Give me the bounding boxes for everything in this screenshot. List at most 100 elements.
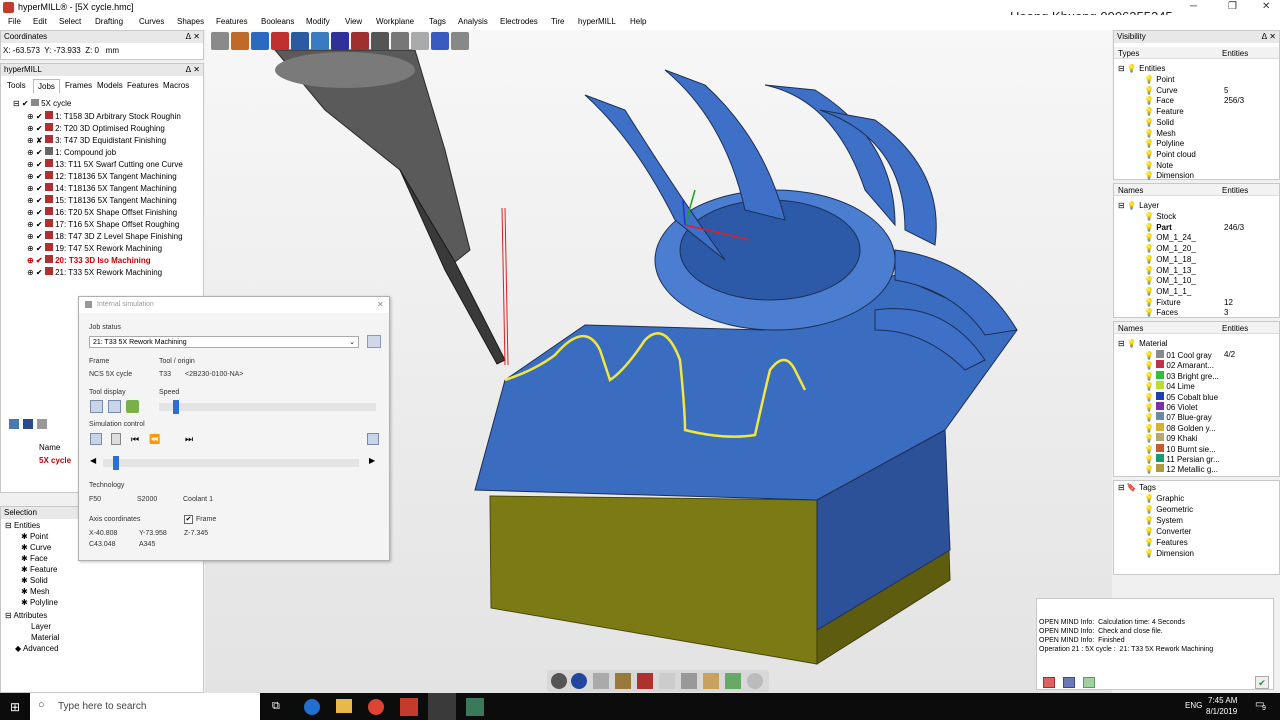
redo-icon[interactable]: [391, 32, 409, 50]
job-item[interactable]: ⊕ ✔ 18: T47 3D Z Level Shape Finishing: [27, 231, 183, 241]
material-row[interactable]: 💡 03 Bright gre...: [1144, 370, 1219, 381]
holder-display-icon[interactable]: [108, 400, 121, 413]
rewind-icon[interactable]: ⏪: [149, 434, 160, 445]
layer-row[interactable]: 💡 OM_1_20_: [1144, 244, 1196, 253]
language-indicator[interactable]: ENG: [1185, 701, 1202, 710]
chrome-icon[interactable]: [368, 699, 384, 715]
tag-item[interactable]: 💡 Geometric: [1144, 505, 1193, 514]
menu-view[interactable]: View: [345, 17, 362, 26]
foxit-icon[interactable]: [400, 698, 418, 716]
maximize-button[interactable]: ❐: [1228, 1, 1237, 12]
repeat-icon[interactable]: [411, 32, 429, 50]
job-item-selected[interactable]: ⊕ ✔ 20: T33 3D Iso Machining: [27, 255, 151, 265]
tag-item[interactable]: 💡 Features: [1144, 538, 1188, 547]
visibility-row[interactable]: 💡 Solid: [1144, 118, 1174, 127]
selection-item[interactable]: ✱ Mesh: [21, 587, 50, 596]
undo-icon[interactable]: [371, 32, 389, 50]
speed-slider-thumb[interactable]: [173, 400, 179, 414]
menu-file[interactable]: File: [8, 17, 21, 26]
edit-icon[interactable]: [615, 673, 631, 689]
selection-item[interactable]: ✱ Polyline: [21, 598, 58, 607]
tab-features[interactable]: Features: [127, 81, 159, 90]
add-job-icon[interactable]: [9, 419, 19, 429]
job-item[interactable]: ⊕ ✔ 12: T18136 5X Tangent Machining: [27, 171, 177, 181]
visibility-row[interactable]: 💡 Dimension: [1144, 171, 1194, 180]
job-item[interactable]: ⊕ ✔ 13: T11 5X Swarf Cutting one Curve: [27, 159, 183, 169]
menu-drafting[interactable]: Drafting: [95, 17, 123, 26]
material-row[interactable]: 💡 10 Burnt sie...: [1144, 443, 1216, 454]
menu-curves[interactable]: Curves: [139, 17, 164, 26]
job-select-icon[interactable]: [367, 335, 381, 348]
material-row[interactable]: 💡 02 Amarant...: [1144, 360, 1214, 370]
rotate-view-icon[interactable]: [571, 673, 587, 689]
menu-features[interactable]: Features: [216, 17, 248, 26]
app-taskbar-icon[interactable]: [466, 698, 484, 716]
menu-booleans[interactable]: Booleans: [261, 17, 294, 26]
print-icon[interactable]: [271, 32, 289, 50]
coordinates-readout[interactable]: X: -63.573 Y: -73.933 Z: 0 mm: [3, 46, 119, 55]
file-explorer-icon[interactable]: [336, 699, 352, 713]
visibility-row[interactable]: 💡 Polyline: [1144, 139, 1184, 148]
job-item[interactable]: ⊕ ✔ 19: T47 5X Rework Machining: [27, 243, 162, 253]
delete-job-icon[interactable]: [23, 419, 33, 429]
edge-icon[interactable]: [304, 699, 320, 715]
visibility-row[interactable]: 💡 Face 256/3: [1144, 96, 1244, 105]
material-row[interactable]: 💡 06 Violet: [1144, 402, 1197, 412]
tab-models[interactable]: Models: [97, 81, 123, 90]
taskbar-search[interactable]: ○ Type here to search: [30, 693, 260, 720]
selection-attr-material[interactable]: Material: [31, 633, 59, 642]
selection-item[interactable]: ✱ Curve: [21, 543, 51, 552]
selection-advanced[interactable]: ◆ Advanced: [15, 644, 59, 653]
section-icon[interactable]: [747, 673, 763, 689]
job-root[interactable]: ⊟ ✔ 5X cycle: [13, 99, 71, 108]
tab-frames[interactable]: Frames: [65, 81, 92, 90]
name-value[interactable]: 5X cycle: [39, 456, 71, 465]
job-item[interactable]: ⊕ ✔ 2: T20 3D Optimised Roughing: [27, 123, 165, 133]
selection-item[interactable]: ✱ Point: [21, 532, 48, 541]
settings-icon[interactable]: [37, 419, 47, 429]
job-item[interactable]: ⊕ ✔ 14: T18136 5X Tangent Machining: [27, 183, 177, 193]
play-icon[interactable]: [367, 433, 379, 445]
clock-time[interactable]: 7:45 AM: [1208, 696, 1237, 705]
step-forward-icon[interactable]: ▶: [369, 456, 375, 465]
visibility-row[interactable]: 💡 Mesh: [1144, 129, 1176, 138]
job-item[interactable]: ⊕ ✔ 17: T16 5X Shape Offset Roughing: [27, 219, 179, 229]
clock-date[interactable]: 8/1/2019: [1206, 707, 1237, 716]
path-display-icon[interactable]: [126, 400, 139, 413]
skip-start-icon[interactable]: ⏮: [131, 434, 139, 445]
menu-workplane[interactable]: Workplane: [376, 17, 414, 26]
menu-analysis[interactable]: Analysis: [458, 17, 488, 26]
visibility-row[interactable]: 💡 Note: [1144, 161, 1173, 170]
selection-item[interactable]: ✱ Solid: [21, 576, 48, 585]
selection-item[interactable]: ✱ Feature: [21, 565, 58, 574]
visibility-root[interactable]: ⊟ 💡 Entities: [1118, 64, 1165, 73]
skip-end-icon[interactable]: ⏭: [185, 434, 193, 445]
layer-row[interactable]: 💡 OM_1_10_: [1144, 276, 1196, 285]
windows-start-icon[interactable]: ⊞: [10, 700, 20, 714]
tool-icon[interactable]: [703, 673, 719, 689]
close-button[interactable]: ✕: [1262, 1, 1270, 12]
material-row[interactable]: 💡 12 Metallic g...: [1144, 464, 1218, 474]
properties-icon[interactable]: [351, 32, 369, 50]
menu-shapes[interactable]: Shapes: [177, 17, 204, 26]
selection-entities[interactable]: ⊟ Entities: [5, 521, 40, 530]
pin-icon[interactable]: [451, 32, 469, 50]
task-view-icon[interactable]: ⧉: [272, 700, 280, 713]
menu-electrodes[interactable]: Electrodes: [500, 17, 538, 26]
import-icon[interactable]: [291, 32, 309, 50]
menu-edit[interactable]: Edit: [33, 17, 47, 26]
wireframe-icon[interactable]: [593, 673, 609, 689]
layer-row[interactable]: 💡 Part 246/3: [1144, 223, 1244, 232]
material-root[interactable]: ⊟ 💡 Material: [1118, 339, 1168, 348]
log-stop-icon[interactable]: [1043, 677, 1055, 688]
shading-icon[interactable]: [551, 673, 567, 689]
log-pause-icon[interactable]: [1063, 677, 1075, 688]
tags-root[interactable]: ⊟ 🔖 Tags: [1118, 483, 1156, 492]
tool-display-icon[interactable]: [90, 400, 103, 413]
layer-row[interactable]: 💡 Faces 3: [1144, 308, 1228, 317]
log-confirm-icon[interactable]: ✔: [1255, 676, 1269, 689]
measure-icon[interactable]: [331, 32, 349, 50]
menu-tire[interactable]: Tire: [551, 17, 564, 26]
speed-slider[interactable]: [159, 400, 376, 414]
material-row[interactable]: 💡 11 Persian gr...: [1144, 454, 1220, 464]
